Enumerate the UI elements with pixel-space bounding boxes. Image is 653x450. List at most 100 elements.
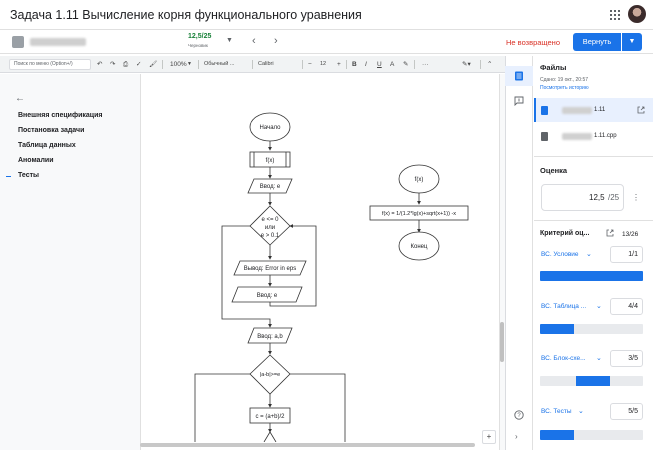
rubric-title: Критерий оц... xyxy=(540,230,590,237)
criterion-score[interactable]: 1/1 xyxy=(610,246,643,263)
criterion-score[interactable]: 5/5 xyxy=(610,403,643,420)
editing-mode-icon[interactable]: ✎▾ xyxy=(462,59,471,70)
flow-start: Начало xyxy=(260,125,282,131)
criterion-bar-fill xyxy=(540,324,574,334)
paint-format-icon[interactable]: 🖌 xyxy=(149,59,157,70)
increase-font-icon[interactable]: + xyxy=(337,59,341,70)
divider xyxy=(534,220,653,221)
history-link[interactable]: Посмотреть историю xyxy=(540,85,589,91)
code-file-icon xyxy=(541,132,548,141)
open-external-icon[interactable] xyxy=(637,106,645,114)
zoom-select[interactable]: 100% xyxy=(170,59,187,70)
italic-icon[interactable]: I xyxy=(365,59,367,70)
flow-func-start: f(x) xyxy=(415,177,424,183)
outline-item[interactable]: Внешняя спецификация xyxy=(18,112,103,119)
flow-error: Вывод: Error in eps xyxy=(244,266,297,272)
criterion-score[interactable]: 4/4 xyxy=(610,298,643,315)
flow-cond-e-3: e > 0.1 xyxy=(261,233,280,239)
apps-grid-icon[interactable] xyxy=(609,9,621,21)
not-returned-status: Не возвращено xyxy=(506,38,560,47)
criterion-bar-fill xyxy=(540,430,574,440)
docs-toolbar: Поиск по меню (Option+/) ↶ ↷ ⎙ ✓ 🖌 100% … xyxy=(0,56,505,73)
outline-item[interactable]: Аномалии xyxy=(18,157,54,164)
flow-func-end: Конец xyxy=(411,244,428,250)
user-avatar[interactable] xyxy=(628,5,646,23)
files-icon[interactable] xyxy=(514,71,524,81)
print-icon[interactable]: ⎙ xyxy=(123,59,128,70)
criterion-bar[interactable] xyxy=(540,271,643,281)
font-select[interactable]: Calibri xyxy=(258,59,274,70)
panel-icon-rail xyxy=(505,56,533,450)
font-size-input[interactable]: 12 xyxy=(320,59,326,70)
criterion-label[interactable]: ВС. Блок-схе... xyxy=(541,355,586,362)
criterion-bar[interactable] xyxy=(540,324,643,334)
flow-cond-e-2: или xyxy=(265,225,275,231)
file-name[interactable]: 1.11.cpp xyxy=(594,133,617,139)
student-avatar xyxy=(12,36,24,48)
top-bar: Задача 1.11 Вычисление корня функциональ… xyxy=(0,0,653,30)
criterion-bar[interactable] xyxy=(540,430,643,440)
flow-input-e2: Ввод: e xyxy=(257,293,278,299)
divider xyxy=(534,156,653,157)
grade-score[interactable]: 12,5 xyxy=(589,193,605,202)
style-select[interactable]: Обычный ... xyxy=(204,59,234,70)
file-owner-blurred xyxy=(562,133,592,140)
bold-icon[interactable]: B xyxy=(352,59,357,70)
chevron-right-icon[interactable]: › xyxy=(515,432,518,441)
outline-back-icon[interactable]: ← xyxy=(15,93,25,104)
decrease-font-icon[interactable]: − xyxy=(308,59,312,70)
flow-cond-e-1: e <= 0 xyxy=(261,217,279,223)
outline-item[interactable]: Постановка задачи xyxy=(18,127,84,134)
comment-icon[interactable] xyxy=(514,96,524,106)
help-icon[interactable]: ? xyxy=(514,410,524,420)
student-name-blurred[interactable] xyxy=(30,38,86,46)
criterion-label[interactable]: ВС. Условие xyxy=(541,251,579,258)
chevron-down-icon[interactable]: ⌄ xyxy=(578,407,584,415)
next-student-button[interactable]: › xyxy=(274,35,278,47)
vertical-scrollbar[interactable] xyxy=(500,322,504,362)
rubric-total: 13/26 xyxy=(622,231,639,238)
flow-call: f(x) xyxy=(266,158,275,164)
criterion-score[interactable]: 3/5 xyxy=(610,350,643,367)
underline-icon[interactable]: U xyxy=(377,59,382,70)
chevron-down-icon[interactable]: ⌄ xyxy=(596,354,602,362)
outline-active-marker xyxy=(6,176,11,177)
highlight-icon[interactable]: ✎ xyxy=(403,59,408,70)
draft-grade: 12,5/25 xyxy=(188,33,212,40)
open-rubric-icon[interactable] xyxy=(606,229,614,237)
flowchart: Начало f(x) Ввод: e e <= 0 или e > 0.1 В… xyxy=(194,112,469,442)
flow-cond-ab: |a-b|>=e xyxy=(260,372,280,378)
flow-calc-c: c = (a+b)/2 xyxy=(255,414,285,420)
more-tools-icon[interactable]: ··· xyxy=(422,59,429,70)
page-title: Задача 1.11 Вычисление корня функциональ… xyxy=(10,8,362,22)
add-comment-icon[interactable]: + xyxy=(482,430,496,444)
flow-input-e: Ввод: e xyxy=(260,184,281,190)
spellcheck-icon[interactable]: ✓ xyxy=(136,59,141,70)
horizontal-scrollbar[interactable] xyxy=(140,443,475,447)
criterion-label[interactable]: ВС. Таблица ... xyxy=(541,303,586,310)
criterion-bar-fill xyxy=(576,376,611,386)
text-color-icon[interactable]: A xyxy=(390,59,394,70)
criterion-label[interactable]: ВС. Тесты xyxy=(541,408,572,415)
chevron-down-icon[interactable]: ⌄ xyxy=(596,302,602,310)
undo-icon[interactable]: ↶ xyxy=(97,59,102,70)
chevron-down-icon[interactable]: ⌄ xyxy=(586,250,592,258)
file-selected-bar xyxy=(534,98,536,122)
criterion-bar[interactable] xyxy=(540,376,643,386)
flow-func-body: f(x) = 1/(1.2*lg(x)+sqrt(x+1)) -x xyxy=(382,211,456,217)
file-owner-blurred xyxy=(562,107,592,114)
grade-status: Черновик xyxy=(188,43,208,48)
files-title: Файлы xyxy=(540,63,567,72)
submitted-time: Сдано: 19 окт., 20:57 xyxy=(540,77,589,83)
return-dropdown-button[interactable]: ▼ xyxy=(622,33,642,51)
collapse-toolbar-icon[interactable]: ⌃ xyxy=(487,59,492,70)
return-button[interactable]: Вернуть xyxy=(573,33,621,51)
menu-search-input[interactable]: Поиск по меню (Option+/) xyxy=(9,59,91,70)
file-name[interactable]: 1.11 xyxy=(594,107,605,113)
previous-student-button[interactable]: ‹ xyxy=(252,35,256,47)
redo-icon[interactable]: ↷ xyxy=(110,59,115,70)
outline-item[interactable]: Таблица данных xyxy=(18,142,76,149)
more-options-icon[interactable]: ⋮ xyxy=(632,193,640,202)
student-dropdown-icon[interactable]: ▼ xyxy=(226,37,233,44)
outline-item-active[interactable]: Тесты xyxy=(18,172,39,179)
